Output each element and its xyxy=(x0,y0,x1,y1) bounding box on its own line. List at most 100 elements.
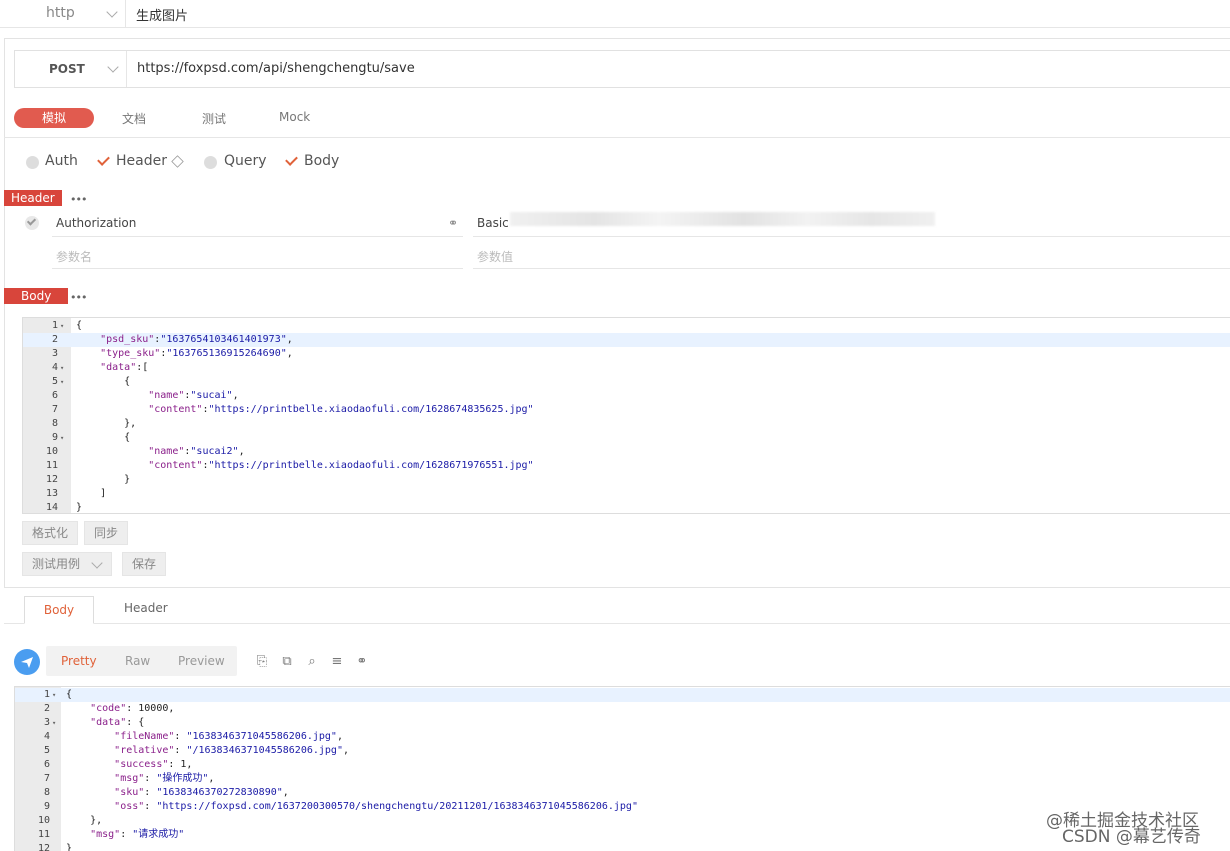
code-text: "content":"https://printbelle.xiaodaoful… xyxy=(148,404,534,415)
response-tab-body[interactable]: Body xyxy=(24,596,94,624)
code-line: 13 ] xyxy=(23,487,1230,501)
code-text: "fileName": "1638346371045586206.jpg", xyxy=(114,731,343,742)
sync-button[interactable]: 同步 xyxy=(84,521,128,545)
code-text: "content":"https://printbelle.xiaodaoful… xyxy=(148,460,534,471)
tab-test[interactable]: 测试 xyxy=(202,110,226,127)
code-text: "oss": "https://foxpsd.com/1637200300570… xyxy=(114,801,638,812)
line-number: 4 xyxy=(51,362,58,373)
header-value-field[interactable]: Basic xyxy=(477,216,509,230)
copy-icon[interactable]: ⧉ xyxy=(279,654,295,670)
line-number: 10 xyxy=(45,446,58,457)
line-number: 13 xyxy=(45,488,58,499)
redacted-value xyxy=(510,212,935,226)
url-input[interactable]: https://foxpsd.com/api/shengchengtu/save xyxy=(137,61,415,76)
line-number: 4 xyxy=(43,731,50,742)
query-radio[interactable] xyxy=(204,156,217,169)
line-number: 10 xyxy=(37,815,50,826)
option-query-label: Query xyxy=(224,153,267,169)
tab-simulate[interactable]: 模拟 xyxy=(14,108,94,128)
fold-arrow-icon[interactable]: ▾ xyxy=(60,375,64,389)
code-text: }, xyxy=(66,815,103,826)
field-underline xyxy=(473,236,1230,237)
code-text: "relative": "/1638346371045586206.jpg", xyxy=(114,745,350,756)
code-line: 5 "relative": "/1638346371045586206.jpg"… xyxy=(15,744,1230,758)
find-icon[interactable]: ⌕ xyxy=(304,654,320,670)
view-raw[interactable]: Raw xyxy=(125,654,150,668)
code-text: { xyxy=(66,689,73,700)
request-body-editor[interactable]: 1 ▾{2 "psd_sku":"1637654103461401973", 3 "… xyxy=(22,317,1230,514)
header-more-icon[interactable]: ••• xyxy=(70,193,87,206)
field-underline xyxy=(52,268,463,269)
code-line: 11 "content":"https://printbelle.xiaodao… xyxy=(23,459,1230,473)
link-icon[interactable]: ⚭ xyxy=(448,216,458,230)
code-line: 12 } xyxy=(23,473,1230,487)
auth-radio[interactable] xyxy=(26,156,39,169)
tab-docs[interactable]: 文档 xyxy=(122,110,146,127)
code-line: 4 ▾ "data":[ xyxy=(23,361,1230,375)
line-number: 9 xyxy=(51,432,58,443)
wrap-icon[interactable]: ≡ xyxy=(329,654,345,670)
response-tab-header[interactable]: Header xyxy=(124,601,168,615)
code-text: "type_sku":"163765136915264690", xyxy=(100,348,293,359)
line-number: 5 xyxy=(43,745,50,756)
param-name-input[interactable]: 参数名 xyxy=(56,248,92,265)
code-text: "msg": "请求成功" xyxy=(90,829,185,840)
code-line: 8 "sku": "1638346370272830890", xyxy=(15,786,1230,800)
line-number: 6 xyxy=(51,390,58,401)
code-text: "data":[ xyxy=(100,362,149,373)
fold-arrow-icon[interactable]: ▾ xyxy=(60,361,64,375)
testcase-select[interactable]: 测试用例 xyxy=(22,552,112,576)
view-pretty[interactable]: Pretty xyxy=(61,654,97,668)
api-name-field[interactable]: 生成图片 xyxy=(136,5,188,24)
testcase-label: 测试用例 xyxy=(32,557,81,571)
document-search-icon[interactable]: ⎘ xyxy=(254,654,270,670)
body-checkbox[interactable] xyxy=(285,154,299,168)
code-line: 12} xyxy=(15,842,1230,851)
option-header-label: Header xyxy=(116,153,167,169)
header-name-field[interactable]: Authorization xyxy=(56,216,136,230)
fold-arrow-icon[interactable]: ▾ xyxy=(52,688,56,702)
body-more-icon[interactable]: ••• xyxy=(70,291,87,304)
format-button[interactable]: 格式化 xyxy=(22,521,78,545)
header-checkbox[interactable] xyxy=(97,154,111,168)
watermark-line-2: CSDN @幕艺传奇 xyxy=(1062,827,1201,847)
view-preview[interactable]: Preview xyxy=(178,654,225,668)
line-number: 12 xyxy=(37,843,50,851)
line-number: 2 xyxy=(43,703,50,714)
code-line: 7 "msg": "操作成功", xyxy=(15,772,1230,786)
fold-arrow-icon[interactable]: ▾ xyxy=(52,716,56,730)
header-section-tag: Header xyxy=(4,190,62,206)
send-button[interactable] xyxy=(14,649,40,675)
chevron-down-icon xyxy=(107,61,119,73)
code-text: } xyxy=(76,502,83,513)
code-text: "name":"sucai", xyxy=(148,390,239,401)
code-line: 4 "fileName": "1638346371045586206.jpg", xyxy=(15,730,1230,744)
code-text: }, xyxy=(76,418,137,429)
code-text: "success": 1, xyxy=(114,759,193,770)
code-line: 3 ▾ "data": { xyxy=(15,716,1230,730)
field-underline xyxy=(473,268,1230,269)
line-number: 1 xyxy=(43,689,50,700)
method-select[interactable]: POST xyxy=(15,51,127,87)
code-text: "code": 10000, xyxy=(90,703,175,714)
param-value-input[interactable]: 参数值 xyxy=(477,248,513,265)
option-auth-label: Auth xyxy=(45,153,78,169)
line-number: 1 xyxy=(51,320,58,331)
code-text: "name":"sucai2", xyxy=(148,446,245,457)
fold-arrow-icon[interactable]: ▾ xyxy=(60,431,64,445)
protocol-label: http xyxy=(46,5,75,21)
code-line: 2 "code": 10000, xyxy=(15,702,1230,716)
url-bar: POST https://foxpsd.com/api/shengchengtu… xyxy=(14,50,1230,88)
code-line: 5 ▾ { xyxy=(23,375,1230,389)
code-text: { xyxy=(76,376,131,387)
line-number: 5 xyxy=(51,376,58,387)
body-section-tag: Body xyxy=(4,288,69,304)
protocol-select[interactable]: http xyxy=(28,0,126,28)
line-number: 8 xyxy=(43,787,50,798)
tab-mock[interactable]: Mock xyxy=(279,110,310,124)
line-number: 12 xyxy=(45,474,58,485)
link-icon[interactable]: ⚭ xyxy=(354,654,370,670)
fold-arrow-icon[interactable]: ▾ xyxy=(60,319,64,333)
code-line: 3 "type_sku":"163765136915264690", xyxy=(23,347,1230,361)
save-button[interactable]: 保存 xyxy=(122,552,166,576)
